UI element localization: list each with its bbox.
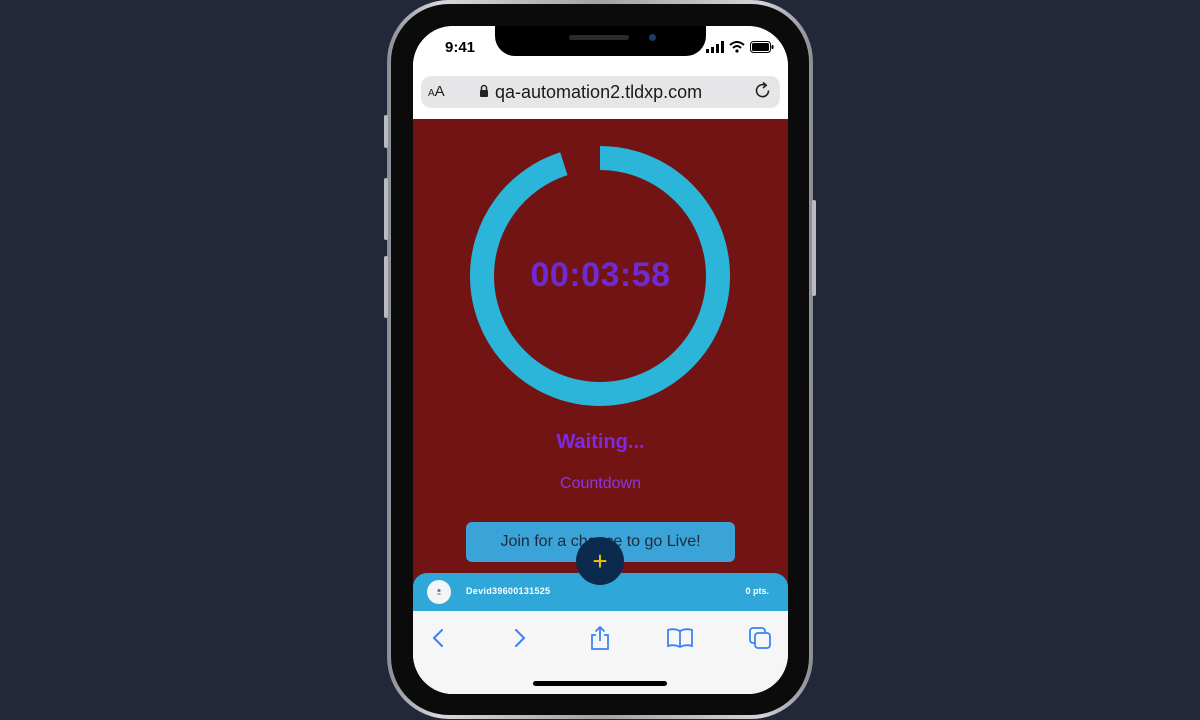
phone-screen: 9:41 AA qa-automation2.tldxp.com 00:03:5… — [413, 26, 788, 694]
web-content: 00:03:58 Waiting... Countdown Join for a… — [413, 119, 788, 611]
bookmarks-button[interactable] — [665, 623, 695, 653]
countdown-timer: 00:03:58 — [530, 256, 671, 294]
share-button[interactable] — [585, 623, 615, 653]
browser-address-bar[interactable]: AA qa-automation2.tldxp.com — [421, 76, 780, 108]
status-icons — [706, 40, 774, 58]
home-indicator — [533, 681, 667, 686]
text-size-button[interactable]: AA — [428, 83, 445, 100]
tabs-button[interactable] — [745, 623, 775, 653]
mute-switch — [384, 115, 388, 148]
share-icon — [591, 625, 609, 650]
wifi-icon — [729, 40, 745, 58]
reload-icon[interactable] — [753, 81, 773, 106]
lock-icon — [479, 84, 489, 102]
add-button[interactable]: + — [576, 537, 624, 585]
back-icon — [433, 629, 443, 647]
points-count: 0 pts. — [745, 586, 769, 596]
bookmarks-icon — [667, 628, 693, 649]
signal-icon — [706, 40, 724, 58]
url-display[interactable]: qa-automation2.tldxp.com — [479, 82, 702, 103]
power-button — [812, 200, 816, 296]
status-bar: 9:41 — [413, 26, 788, 70]
text-size-small-label: A — [428, 88, 435, 99]
forward-icon — [515, 629, 525, 647]
speaker-grille — [569, 35, 629, 40]
back-button[interactable] — [424, 623, 454, 653]
front-camera — [649, 34, 656, 41]
volume-up-button — [384, 178, 388, 240]
phone-device: 9:41 AA qa-automation2.tldxp.com 00:03:5… — [384, 0, 816, 720]
text-size-large-label: A — [434, 83, 445, 100]
plus-icon: + — [592, 546, 608, 576]
battery-icon — [750, 40, 774, 58]
username: Devid39600131525 — [466, 586, 551, 596]
status-subtitle: Countdown — [560, 475, 641, 492]
volume-down-button — [384, 256, 388, 318]
forward-button[interactable] — [504, 623, 534, 653]
user-icon — [436, 588, 442, 595]
status-title: Waiting... — [556, 431, 645, 453]
avatar[interactable] — [427, 580, 451, 604]
notch — [495, 26, 706, 56]
tabs-icon — [749, 627, 771, 649]
status-time: 9:41 — [445, 39, 476, 56]
url-text: qa-automation2.tldxp.com — [495, 82, 703, 102]
